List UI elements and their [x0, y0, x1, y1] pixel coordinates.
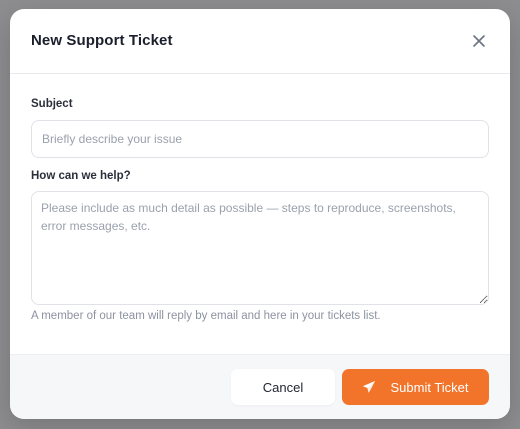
submit-ticket-button[interactable]: Submit Ticket — [342, 369, 489, 405]
help-label: How can we help? — [31, 170, 131, 182]
support-ticket-modal: New Support Ticket Subject How can we he… — [10, 9, 510, 419]
subject-input[interactable] — [31, 120, 489, 158]
close-icon — [473, 35, 485, 47]
modal-footer: Cancel Submit Ticket — [10, 354, 510, 419]
modal-title: New Support Ticket — [31, 32, 173, 49]
subject-label: Subject — [31, 98, 73, 110]
paper-plane-icon — [362, 380, 376, 394]
close-button[interactable] — [468, 30, 490, 52]
cancel-button[interactable]: Cancel — [231, 369, 335, 405]
help-hint: A member of our team will reply by email… — [31, 310, 381, 322]
submit-ticket-label: Submit Ticket — [390, 379, 469, 395]
help-textarea[interactable] — [31, 191, 489, 305]
modal-header: New Support Ticket — [10, 9, 510, 74]
